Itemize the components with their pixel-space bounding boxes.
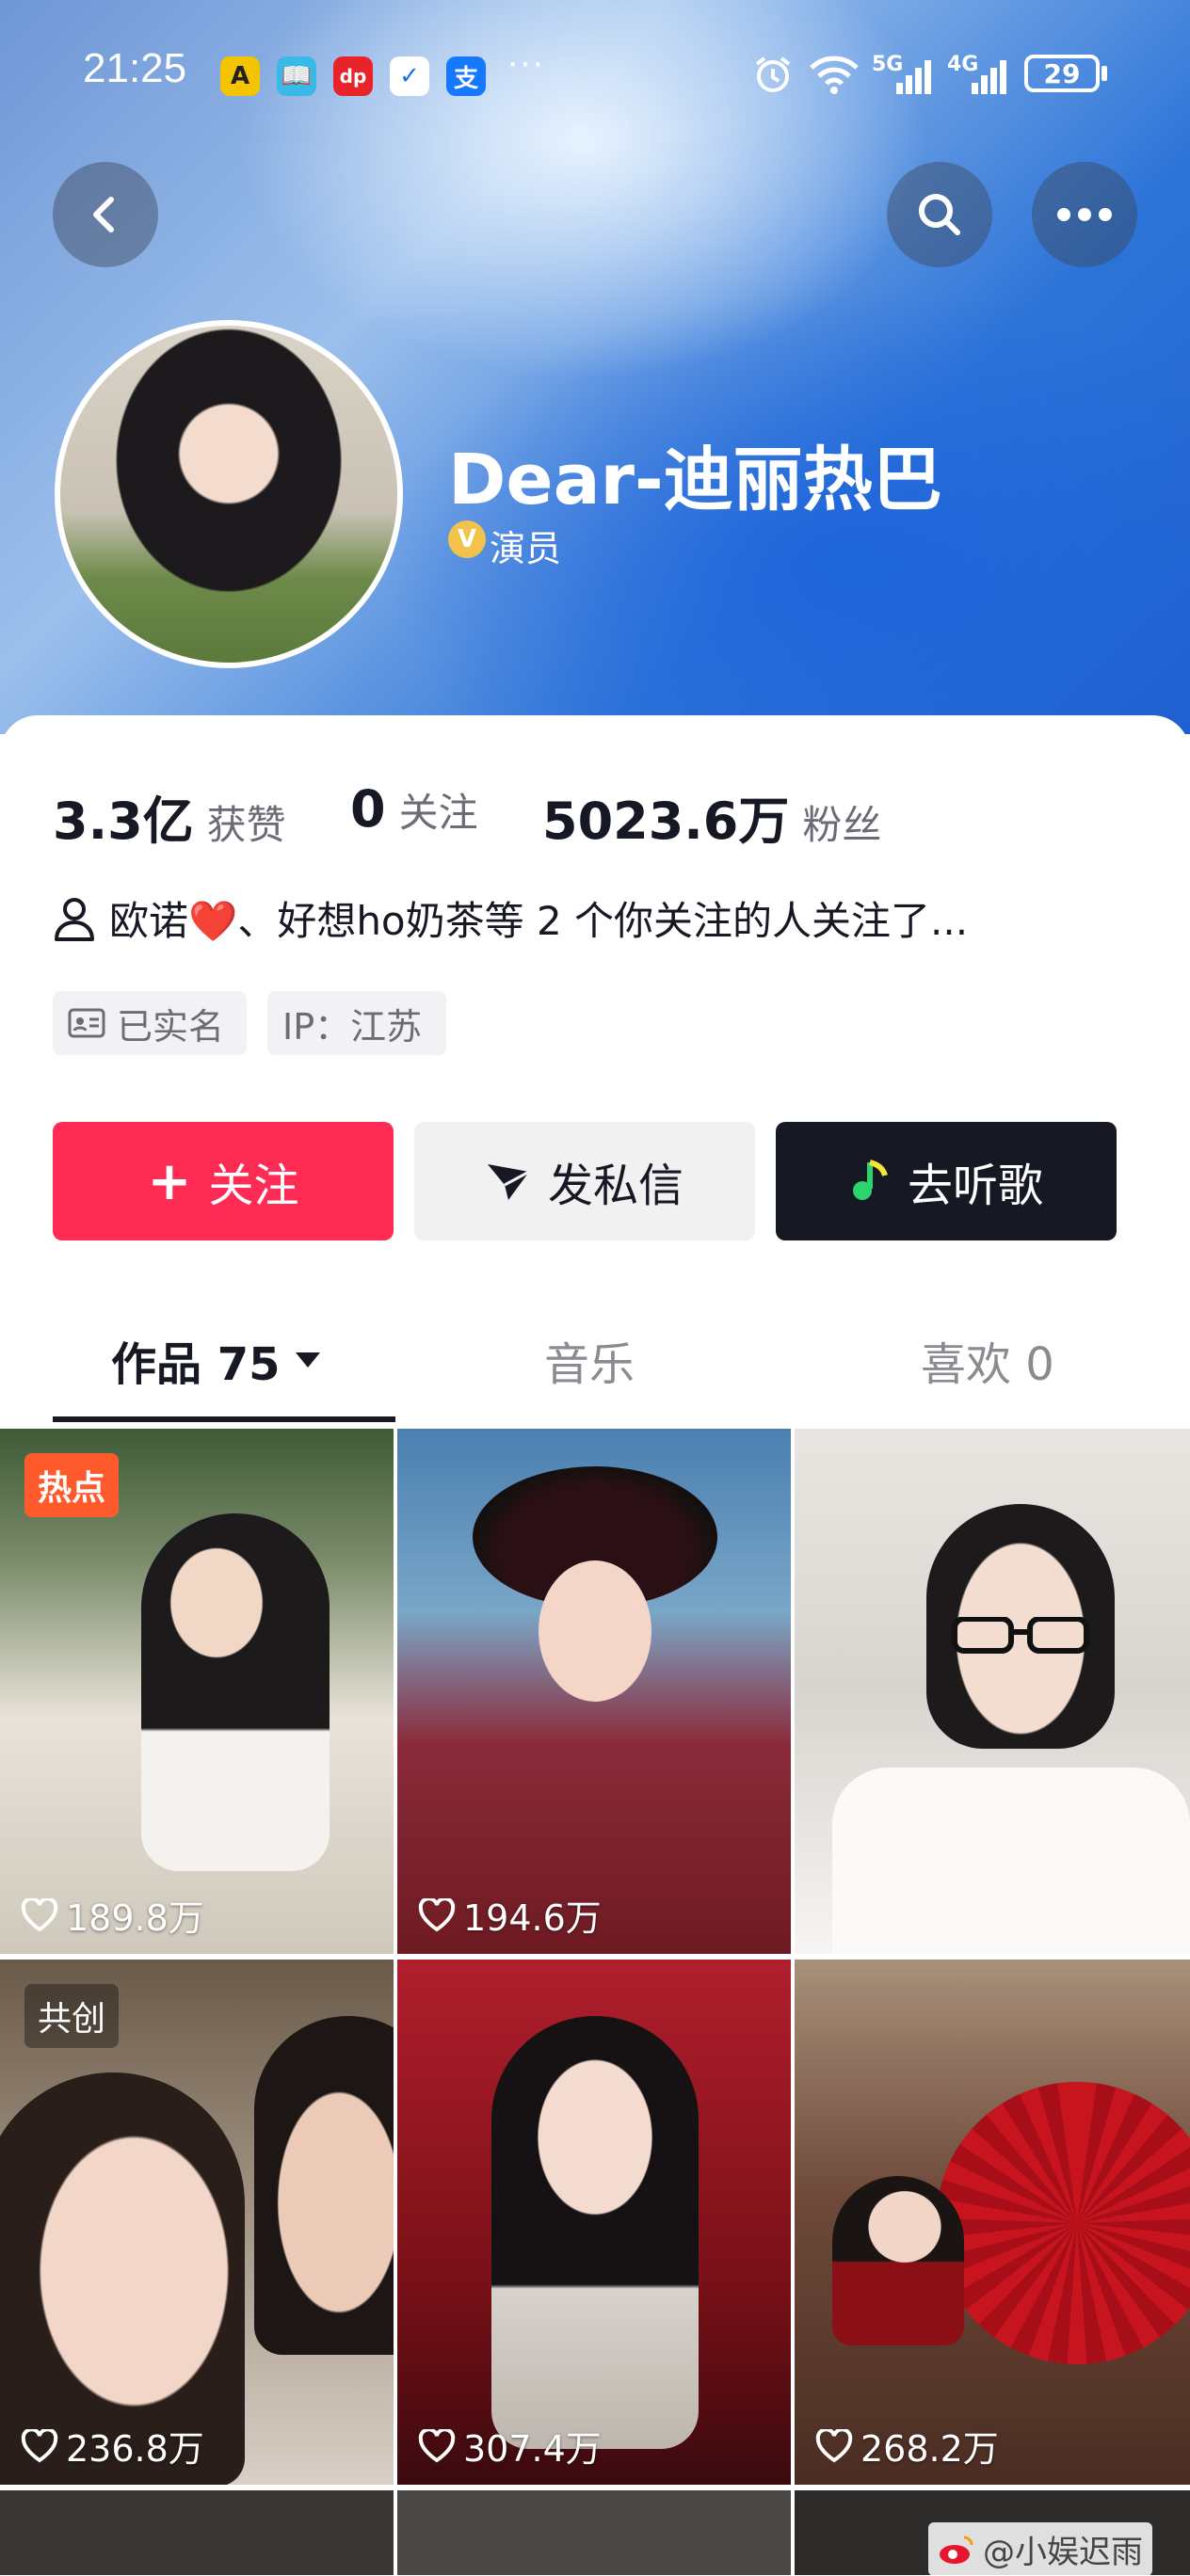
mutual-text-suffix: 、好想ho奶茶等 2 个你关注的人关注了... (237, 898, 969, 944)
video-likes: 268.2万 (815, 2420, 999, 2472)
glasses-shape (926, 1616, 1115, 1655)
collab-tag: 共创 (24, 1984, 120, 2048)
follow-button[interactable]: + 关注 (53, 1122, 394, 1240)
stat-likes-label: 获赞 (206, 802, 286, 848)
video-tile[interactable]: 307.4万 (397, 1960, 791, 2485)
tab-works[interactable]: 作品 75 (111, 1327, 322, 1393)
tab-active-indicator (53, 1416, 395, 1422)
wifi-icon (808, 53, 860, 98)
tab-music[interactable]: 音乐 (544, 1327, 635, 1393)
heart-emoji-icon: ❤️ (188, 898, 238, 944)
listen-music-label: 去听歌 (907, 1160, 1043, 1212)
video-tile[interactable]: 共创 236.8万 (0, 1960, 394, 2485)
video-likes-count: 268.2万 (860, 2428, 999, 2470)
message-label: 发私信 (547, 1160, 683, 1212)
signal-icon (879, 55, 932, 100)
ip-location-chip: IP：江苏 (267, 991, 446, 1055)
status-app-icon: A (220, 56, 260, 96)
real-name-label: 已实名 (117, 1005, 225, 1048)
heart-icon (21, 1897, 58, 1931)
tab-likes[interactable]: 喜欢 0 (921, 1327, 1054, 1393)
status-more: ··· (507, 41, 544, 83)
stat-likes-value: 3.3亿 (53, 792, 194, 851)
hot-tag: 热点 (24, 1453, 120, 1517)
heart-icon (418, 2428, 456, 2462)
message-button[interactable]: 发私信 (414, 1122, 755, 1240)
music-note-icon (852, 1160, 888, 1200)
stat-likes[interactable]: 3.3亿 获赞 (53, 779, 286, 854)
video-likes-count: 194.6万 (463, 1897, 602, 1939)
person-icon (55, 897, 94, 941)
stat-following-label: 关注 (398, 790, 478, 836)
mutual-followers-row[interactable]: 欧诺❤️、好想ho奶茶等 2 个你关注的人关注了... (53, 889, 968, 947)
search-button[interactable] (887, 162, 992, 267)
heart-icon (418, 1897, 456, 1931)
video-tile[interactable]: 268.2万 (795, 1960, 1190, 2485)
video-likes-count: 307.4万 (463, 2428, 602, 2470)
video-thumbnail (141, 1513, 330, 1871)
heart-icon (815, 2428, 853, 2462)
search-icon (919, 194, 960, 235)
signal-icon (955, 55, 1007, 100)
back-button[interactable] (53, 162, 158, 267)
status-app-icon: 支 (446, 56, 486, 96)
status-time: 21:25 (83, 45, 187, 91)
verified-badge-icon: V (448, 520, 486, 558)
battery-tip (1102, 66, 1107, 81)
watermark-text: @小娱迟雨 (983, 2534, 1143, 2571)
status-app-icon: 📖 (277, 56, 316, 96)
video-thumbnail (254, 2016, 394, 2355)
status-app-icon: dp (333, 56, 373, 96)
follow-label: 关注 (208, 1160, 299, 1212)
alarm-icon (751, 53, 795, 100)
video-tile[interactable] (0, 2490, 394, 2575)
more-dots-icon (1057, 208, 1112, 221)
weibo-logo-icon (940, 2536, 973, 2564)
video-likes-count: 189.8万 (66, 1897, 204, 1939)
plus-icon: + (147, 1150, 192, 1212)
video-likes: 189.8万 (21, 1889, 204, 1941)
video-tile[interactable] (397, 2490, 791, 2575)
stat-followers-value: 5023.6万 (542, 792, 790, 851)
video-thumbnail (491, 2016, 699, 2449)
id-card-icon (68, 1008, 105, 1038)
umbrella-shape (936, 2082, 1190, 2364)
video-tile[interactable]: 热点 189.8万 (0, 1429, 394, 1954)
status-app-icon: ✓ (390, 56, 429, 96)
stat-followers-label: 粉丝 (802, 802, 882, 848)
ip-location-label: IP：江苏 (282, 1005, 423, 1048)
battery-icon: 29 (1024, 55, 1100, 92)
video-likes: 307.4万 (418, 2420, 602, 2472)
video-likes-count: 236.8万 (66, 2428, 204, 2470)
video-likes: 194.6万 (418, 1889, 602, 1941)
stat-following-value: 0 (350, 779, 386, 839)
watermark: @小娱迟雨 (928, 2522, 1152, 2576)
battery-level: 29 (1043, 57, 1081, 89)
video-thumbnail (539, 1560, 651, 1702)
profile-role: 演员 (490, 528, 562, 569)
video-tile[interactable]: 194.6万 (397, 1429, 791, 1954)
heart-icon (21, 2428, 58, 2462)
tab-works-label: 作品 75 (111, 1338, 281, 1391)
listen-music-button[interactable]: 去听歌 (776, 1122, 1117, 1240)
video-thumbnail (832, 2176, 964, 2345)
caret-down-icon (295, 1352, 320, 1368)
more-button[interactable] (1032, 162, 1137, 267)
video-tile[interactable] (795, 1429, 1190, 1954)
send-icon (487, 1164, 530, 1200)
video-likes: 236.8万 (21, 2420, 204, 2472)
video-thumbnail-shirt (832, 1768, 1190, 1954)
mutual-text-prefix: 欧诺 (109, 898, 189, 944)
real-name-chip[interactable]: 已实名 (53, 991, 247, 1055)
stat-following[interactable]: 0 关注 (350, 779, 478, 839)
stat-followers[interactable]: 5023.6万 粉丝 (542, 779, 881, 854)
avatar[interactable] (55, 320, 403, 668)
back-chevron-icon (93, 197, 114, 232)
profile-name: Dear-迪丽热巴 (448, 440, 942, 520)
